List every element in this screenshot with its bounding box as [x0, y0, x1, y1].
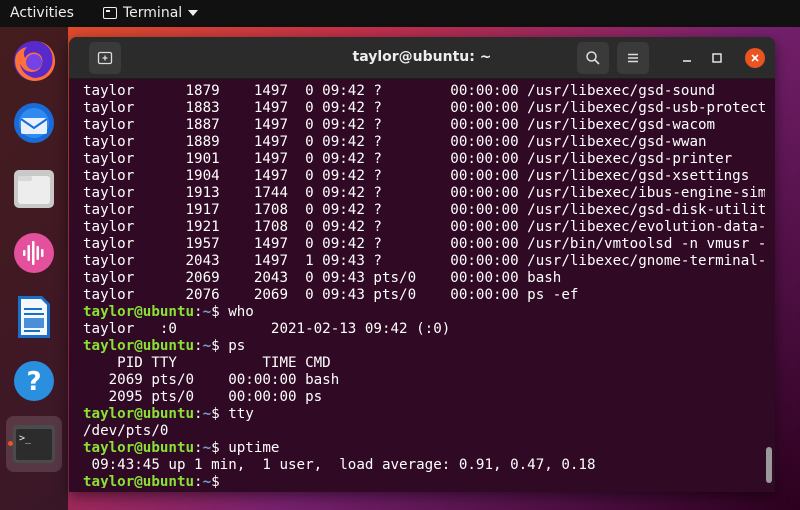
terminal-output[interactable]: taylor 1879 1497 0 09:42 ? 00:00:00 /usr… — [83, 83, 765, 488]
terminal-command-line: taylor@ubuntu:~$ tty — [83, 406, 765, 423]
terminal-icon: >_ — [13, 425, 55, 463]
command-text: who — [219, 304, 254, 320]
dock-item-firefox[interactable] — [6, 33, 62, 89]
dock-item-files[interactable] — [6, 161, 62, 217]
prompt-colon: : — [194, 338, 203, 354]
prompt-dollar: $ — [211, 440, 220, 456]
terminal-output-line: PID TTY TIME CMD — [83, 355, 331, 371]
dock-item-help[interactable]: ? — [6, 353, 62, 409]
prompt-dollar: $ — [211, 474, 220, 488]
audio-wave-icon — [14, 233, 54, 273]
maximize-button[interactable] — [707, 48, 727, 68]
terminal-command-line: taylor@ubuntu:~$ — [83, 474, 765, 488]
terminal-output-line: taylor 2043 1497 1 09:43 ? 00:00:00 /usr… — [83, 253, 765, 269]
terminal-small-icon — [103, 7, 117, 19]
prompt-user-host: taylor@ubuntu — [83, 338, 195, 354]
terminal-command-line: taylor@ubuntu:~$ uptime — [83, 440, 765, 457]
svg-text:?: ? — [26, 367, 41, 397]
terminal-output-line: taylor 1921 1708 0 09:42 ? 00:00:00 /usr… — [83, 219, 765, 235]
search-button[interactable] — [577, 42, 609, 74]
terminal-icon-label: >_ — [19, 433, 32, 444]
terminal-output-line: /dev/pts/0 — [83, 423, 169, 439]
dock-item-rhythmbox[interactable] — [6, 225, 62, 281]
terminal-output-line: taylor 1901 1497 0 09:42 ? 00:00:00 /usr… — [83, 151, 733, 167]
close-button[interactable] — [745, 48, 765, 68]
prompt-dollar: $ — [211, 338, 220, 354]
minimize-icon — [683, 60, 691, 62]
app-menu-label: Terminal — [123, 5, 183, 21]
prompt-user-host: taylor@ubuntu — [83, 474, 195, 488]
prompt-user-host: taylor@ubuntu — [83, 406, 195, 422]
prompt-path: ~ — [202, 440, 212, 456]
close-icon — [751, 54, 759, 62]
command-text: ps — [219, 338, 246, 354]
prompt-dollar: $ — [211, 406, 220, 422]
document-icon — [18, 296, 50, 338]
running-indicator — [8, 441, 13, 446]
dock-item-terminal[interactable]: >_ — [6, 416, 62, 472]
help-icon: ? — [14, 361, 54, 401]
terminal-output-line: taylor 1904 1497 0 09:42 ? 00:00:00 /usr… — [83, 168, 750, 184]
chevron-down-icon — [188, 10, 199, 16]
terminal-output-line: taylor 2069 2043 0 09:43 pts/0 00:00:00 … — [83, 270, 562, 286]
prompt-colon: : — [194, 474, 203, 488]
maximize-icon — [712, 53, 722, 63]
prompt-path: ~ — [202, 474, 212, 488]
prompt-path: ~ — [202, 304, 212, 320]
folder-icon — [14, 170, 54, 208]
dock-item-writer[interactable] — [6, 289, 62, 345]
hamburger-icon — [628, 53, 638, 63]
menu-button[interactable] — [617, 42, 649, 74]
prompt-path: ~ — [202, 406, 212, 422]
terminal-window: taylor@ubuntu: ~ taylor 1879 1497 0 09:4… — [69, 37, 775, 492]
prompt-user-host: taylor@ubuntu — [83, 440, 195, 456]
prompt-user-host: taylor@ubuntu — [83, 304, 195, 320]
dock-item-thunderbird[interactable] — [6, 95, 62, 151]
terminal-output-line: taylor 1883 1497 0 09:42 ? 00:00:00 /usr… — [83, 100, 765, 116]
terminal-command-line: taylor@ubuntu:~$ ps — [83, 338, 765, 355]
terminal-output-line: taylor 1913 1744 0 09:42 ? 00:00:00 /usr… — [83, 185, 765, 201]
app-menu[interactable]: Terminal — [103, 5, 199, 21]
command-text — [220, 474, 229, 488]
terminal-output-line: taylor 1887 1497 0 09:42 ? 00:00:00 /usr… — [83, 117, 716, 133]
terminal-output-line: 2069 pts/0 00:00:00 bash — [83, 372, 340, 388]
terminal-output-line: 09:43:45 up 1 min, 1 user, load average:… — [83, 457, 596, 473]
command-text: tty — [219, 406, 254, 422]
minimize-button[interactable] — [677, 48, 697, 68]
terminal-output-line: taylor 1917 1708 0 09:42 ? 00:00:00 /usr… — [83, 202, 765, 218]
dock: ? >_ — [0, 27, 68, 510]
terminal-output-line: taylor :0 2021-02-13 09:42 (:0) — [83, 321, 451, 337]
terminal-output-line: taylor 1957 1497 0 09:42 ? 00:00:00 /usr… — [83, 236, 765, 252]
command-text: uptime — [219, 440, 280, 456]
scrollbar[interactable] — [766, 447, 772, 483]
terminal-output-line: 2095 pts/0 00:00:00 ps — [83, 389, 323, 405]
prompt-colon: : — [194, 304, 203, 320]
terminal-command-line: taylor@ubuntu:~$ who — [83, 304, 765, 321]
prompt-path: ~ — [202, 338, 212, 354]
activities-button[interactable]: Activities — [10, 5, 74, 21]
window-title: taylor@ubuntu: ~ — [352, 49, 492, 65]
search-icon — [586, 51, 600, 65]
thunderbird-icon — [14, 103, 54, 143]
terminal-output-line: taylor 2076 2069 0 09:43 pts/0 00:00:00 … — [83, 287, 579, 303]
terminal-output-line: taylor 1889 1497 0 09:42 ? 00:00:00 /usr… — [83, 134, 707, 150]
terminal-output-line: taylor 1879 1497 0 09:42 ? 00:00:00 /usr… — [83, 83, 716, 99]
prompt-dollar: $ — [211, 304, 220, 320]
window-header[interactable]: taylor@ubuntu: ~ — [69, 37, 775, 79]
prompt-colon: : — [194, 440, 203, 456]
firefox-icon — [14, 40, 56, 81]
prompt-colon: : — [194, 406, 203, 422]
top-bar: Activities Terminal — [0, 0, 800, 27]
